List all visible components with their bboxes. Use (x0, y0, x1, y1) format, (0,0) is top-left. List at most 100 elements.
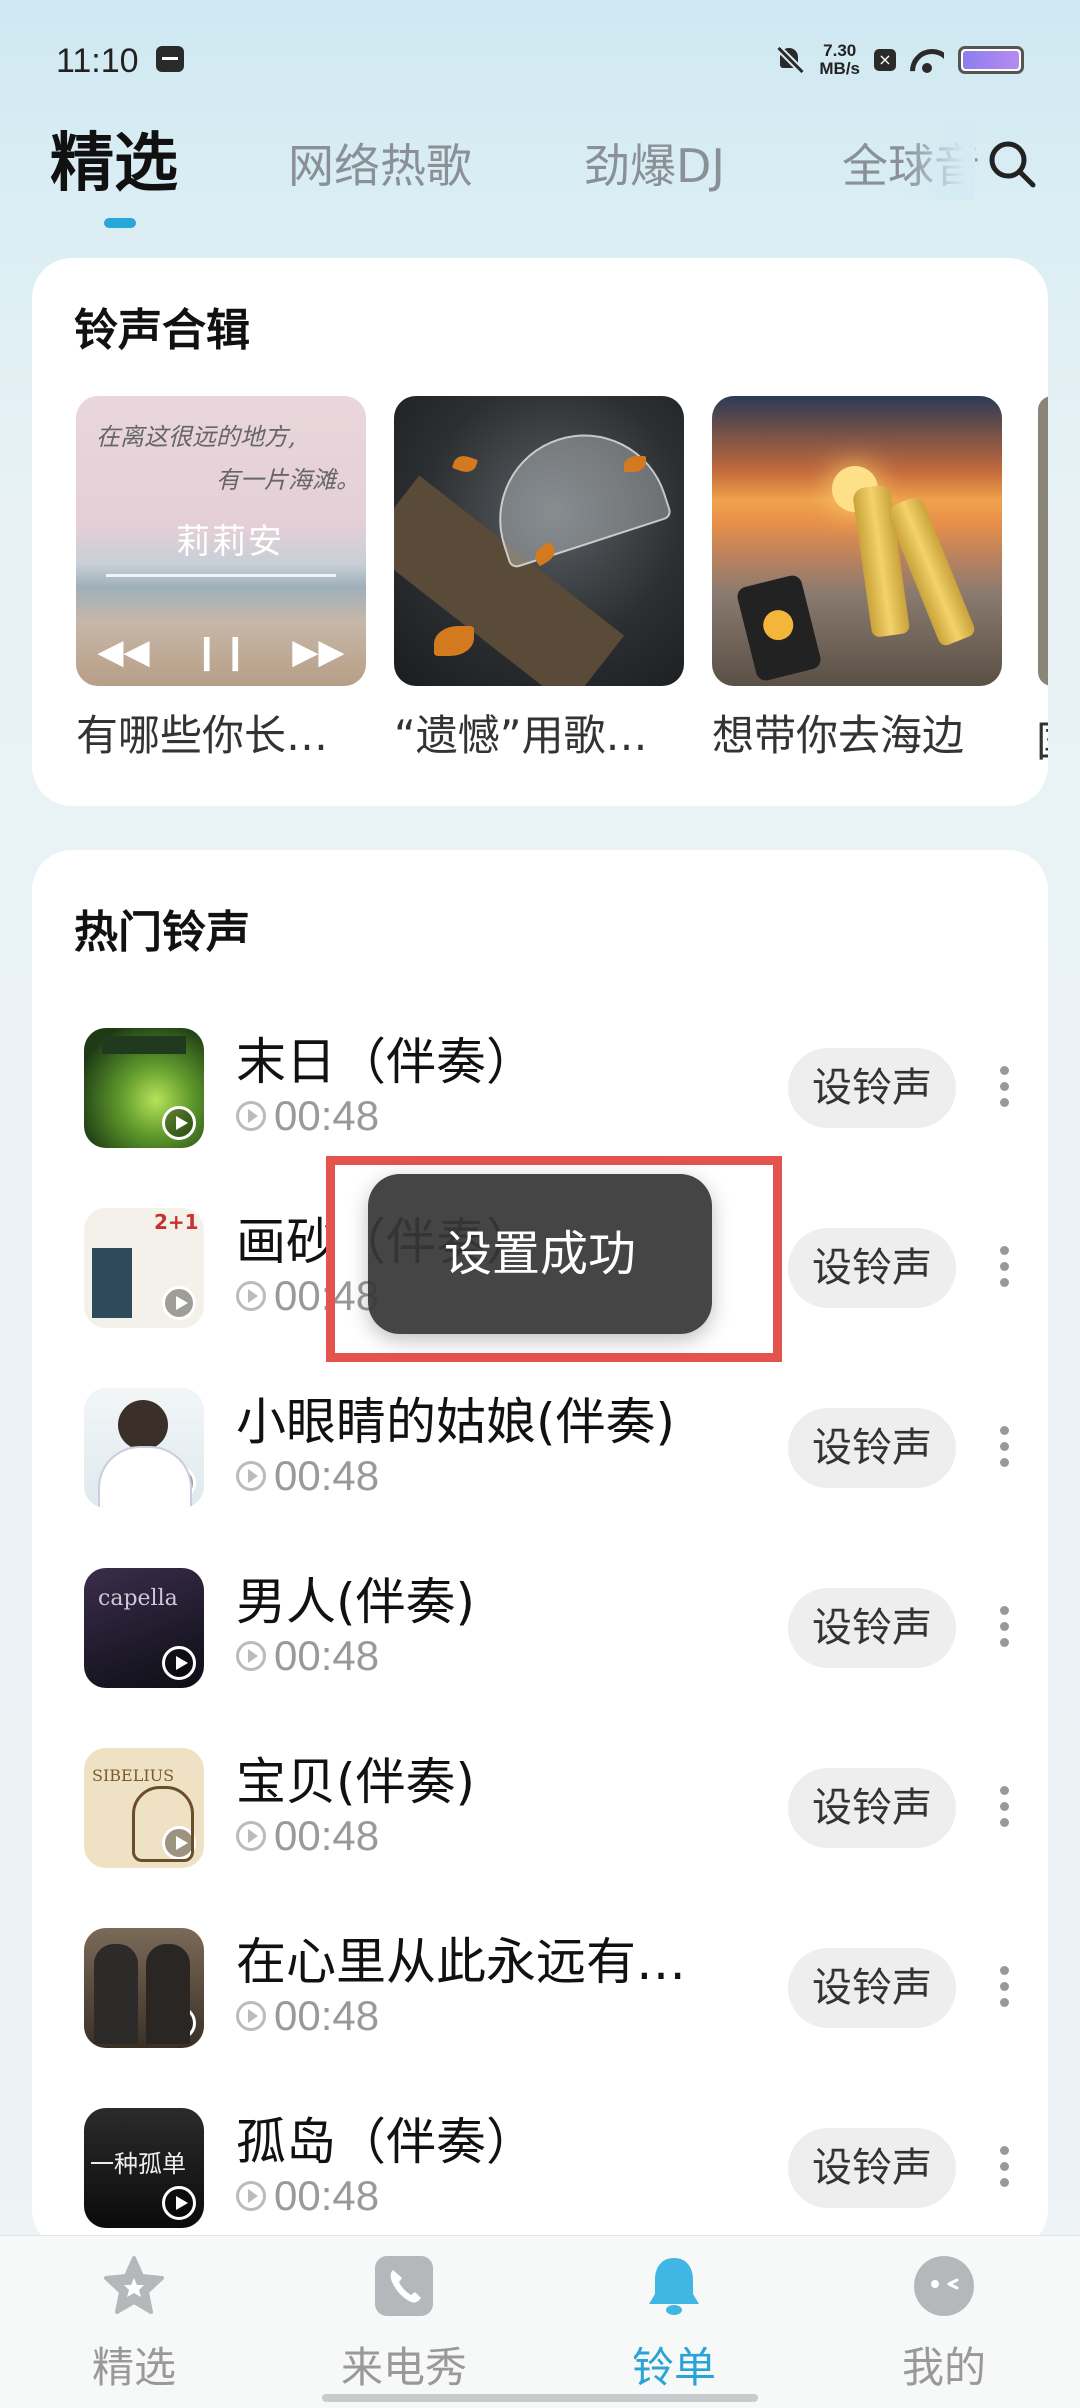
song-duration: 00:48 (274, 1632, 380, 1679)
song-meta: 00:48 (236, 1992, 379, 2040)
more-options-icon[interactable] (998, 1066, 1010, 1110)
song-meta: 00:48 (236, 1632, 379, 1680)
album-cover-2[interactable] (394, 396, 684, 686)
duration-play-icon (236, 1101, 266, 1131)
song-cover[interactable] (84, 1028, 204, 1148)
song-title: 男人(伴奏) (236, 1573, 476, 1631)
song-duration: 00:48 (274, 1812, 380, 1859)
wifi-icon (910, 47, 944, 73)
status-bar: 11:10 7.30 MB/s × (0, 0, 1080, 120)
song-row[interactable]: 男人(伴奏) 00:48 设铃声 (32, 1568, 1048, 1748)
set-ringtone-button[interactable]: 设铃声 (788, 1948, 956, 2028)
network-speed-value: 7.30 (823, 41, 857, 60)
nav-label-caller-show: 来电秀 (340, 2343, 467, 2392)
set-ringtone-button[interactable]: 设铃声 (788, 1588, 956, 1668)
bell-icon (649, 2258, 699, 2315)
more-options-icon[interactable] (998, 1246, 1010, 1290)
nav-item-caller-show[interactable]: 来电秀 (304, 2254, 504, 2404)
x-box-icon: × (874, 49, 896, 71)
song-row[interactable]: 小眼睛的姑娘(伴奏) 00:48 设铃声 (32, 1388, 1048, 1568)
album-card-peek[interactable] (1038, 396, 1048, 686)
duration-play-icon (236, 2001, 266, 2031)
duration-play-icon (236, 1821, 266, 1851)
album-card-1[interactable]: 在离这很远的地方, 有一片海滩。 莉莉安 ◀◀ ❙❙ ▶▶ 有哪些你长… (76, 396, 366, 763)
song-duration: 00:48 (274, 1452, 380, 1499)
nav-label-featured: 精选 (91, 2343, 176, 2392)
duration-play-icon (236, 1641, 266, 1671)
play-icon[interactable] (162, 1826, 196, 1860)
more-options-icon[interactable] (998, 1606, 1010, 1650)
search-icon[interactable] (986, 138, 1038, 190)
hot-ringtones-card: 热门铃声 末日（伴奏） 00:48 设铃声 画砂（伴奏） 00:48 设铃声 小… (32, 850, 1048, 2250)
album-name-3[interactable]: 想带你去海边 (712, 702, 1002, 763)
nav-item-featured[interactable]: 精选 (34, 2254, 234, 2404)
more-options-icon[interactable] (998, 1426, 1010, 1470)
play-icon[interactable] (162, 2186, 196, 2220)
profile-icon (914, 2256, 974, 2316)
song-row[interactable]: 宝贝(伴奏) 00:48 设铃声 (32, 1748, 1048, 1928)
network-speed: 7.30 MB/s (819, 42, 860, 78)
duration-play-icon (236, 1461, 266, 1491)
set-ringtone-button[interactable]: 设铃声 (788, 1408, 956, 1488)
album-card-2[interactable]: “遗憾”用歌… (394, 396, 684, 763)
album-cover-1[interactable]: 在离这很远的地方, 有一片海滩。 莉莉安 ◀◀ ❙❙ ▶▶ (76, 396, 366, 686)
more-options-icon[interactable] (998, 1966, 1010, 2010)
star-icon (104, 2256, 164, 2314)
song-cover[interactable] (84, 1748, 204, 1868)
song-duration: 00:48 (274, 1092, 380, 1139)
song-cover[interactable] (84, 2108, 204, 2228)
song-row[interactable]: 孤岛（伴奏） 00:48 设铃声 (32, 2108, 1048, 2250)
album-card-3[interactable]: 想带你去海边 (712, 396, 1002, 763)
song-meta: 00:48 (236, 1812, 379, 1860)
cover-player-controls: ◀◀ ❙❙ ▶▶ (76, 632, 366, 672)
song-cover[interactable] (84, 1568, 204, 1688)
more-options-icon[interactable] (998, 2146, 1010, 2190)
home-indicator[interactable] (322, 2394, 758, 2402)
set-ringtone-button[interactable]: 设铃声 (788, 2128, 956, 2208)
song-meta: 00:48 (236, 1452, 379, 1500)
phone-image (735, 573, 823, 683)
battery-icon (958, 46, 1024, 74)
album-name-1[interactable]: 有哪些你长… (76, 702, 366, 763)
mute-icon (775, 45, 805, 75)
forward-icon: ▶▶ (292, 632, 345, 672)
nav-item-ringtone-list[interactable]: 铃单 (574, 2254, 774, 2404)
song-row[interactable]: 在心里从此永远有… 00:48 设铃声 (32, 1928, 1048, 2108)
nav-item-mine[interactable]: 我的 (844, 2254, 1044, 2404)
set-ringtone-button[interactable]: 设铃声 (788, 1768, 956, 1848)
song-duration: 00:48 (274, 1992, 380, 2039)
play-icon[interactable] (162, 1286, 196, 1320)
network-speed-unit: MB/s (819, 59, 860, 78)
song-cover[interactable] (84, 1388, 204, 1508)
song-meta: 00:48 (236, 1092, 379, 1140)
album-name-peek: 国 (1036, 708, 1048, 769)
duration-play-icon (236, 1281, 266, 1311)
collection-title: 铃声合辑 (74, 305, 250, 356)
play-icon[interactable] (162, 1646, 196, 1680)
album-row: 在离这很远的地方, 有一片海滩。 莉莉安 ◀◀ ❙❙ ▶▶ 有哪些你长… “遗憾… (76, 396, 1048, 760)
ringtone-collection-card: 铃声合辑 在离这很远的地方, 有一片海滩。 莉莉安 ◀◀ ❙❙ ▶▶ 有哪些你长… (32, 258, 1048, 806)
play-icon[interactable] (162, 1106, 196, 1140)
set-ringtone-button[interactable]: 设铃声 (788, 1048, 956, 1128)
play-icon[interactable] (162, 2006, 196, 2040)
song-cover[interactable] (84, 1928, 204, 2048)
more-options-icon[interactable] (998, 1786, 1010, 1830)
umbrella-icon (477, 412, 673, 570)
tab-dj[interactable]: 劲爆DJ (584, 130, 725, 196)
set-ringtone-button[interactable]: 设铃声 (788, 1228, 956, 1308)
leaf-icon (434, 626, 474, 656)
phone-icon (375, 2256, 433, 2316)
cover-mark: 莉莉安 (176, 522, 284, 562)
song-cover[interactable] (84, 1208, 204, 1328)
tab-featured[interactable]: 精选 (50, 112, 178, 204)
album-name-2[interactable]: “遗憾”用歌… (394, 702, 684, 763)
album-cover-3[interactable] (712, 396, 1002, 686)
play-icon[interactable] (162, 1466, 196, 1500)
nav-label-ringtone-list: 铃单 (631, 2343, 716, 2392)
rewind-icon: ◀◀ (97, 632, 150, 672)
song-title: 在心里从此永远有… (236, 1933, 686, 1991)
tab-active-indicator (104, 218, 136, 228)
leaf-icon (451, 452, 479, 476)
tab-network-hits[interactable]: 网络热歌 (288, 130, 472, 196)
status-time: 11:10 (56, 42, 139, 80)
